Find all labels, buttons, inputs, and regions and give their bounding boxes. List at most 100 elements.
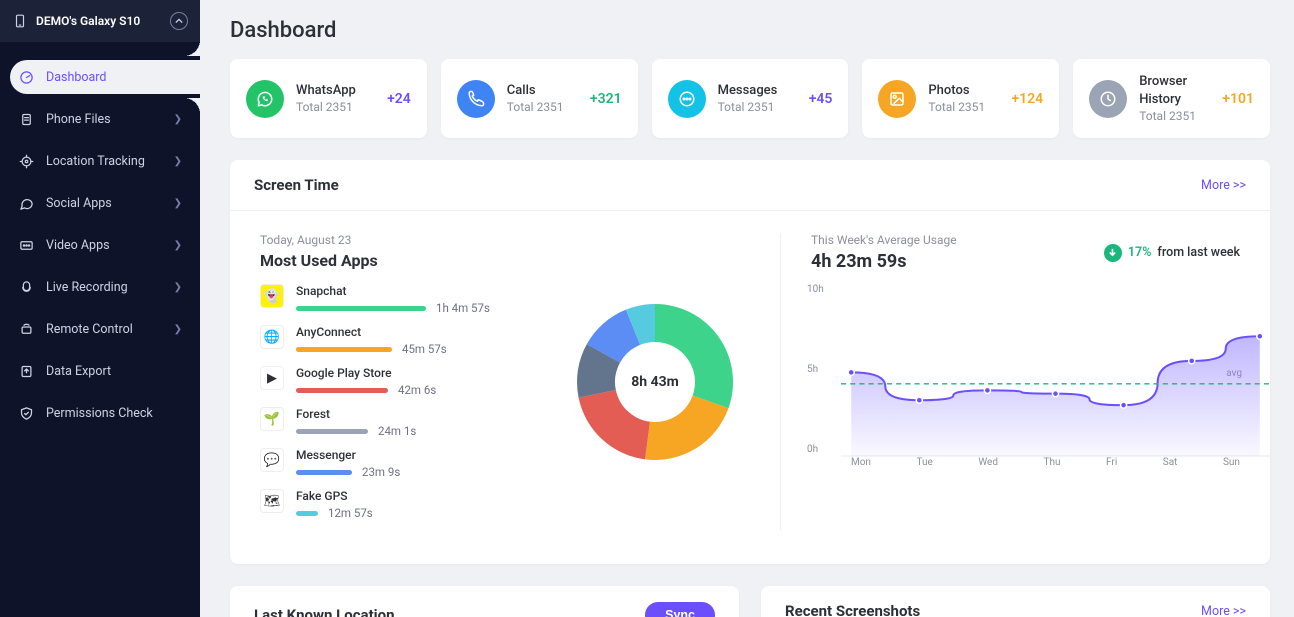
- y-tick-0h: 0h: [807, 444, 818, 455]
- shield-icon: [18, 405, 34, 421]
- app-usage-bar: [296, 470, 352, 475]
- remote-icon: [18, 321, 34, 337]
- sidebar-item-label: Data Export: [46, 364, 111, 379]
- chevron-right-icon: ❯: [174, 156, 182, 167]
- gauge-icon: [18, 69, 34, 85]
- chevron-right-icon: ❯: [174, 114, 182, 125]
- app-usage-bar: [296, 347, 392, 352]
- x-tick: Mon: [851, 457, 871, 468]
- stat-name: WhatsApp: [296, 82, 356, 100]
- sidebar-item-dashboard[interactable]: Dashboard: [0, 56, 200, 98]
- x-tick: Thu: [1044, 457, 1061, 468]
- photo-icon: [878, 80, 916, 118]
- chevron-right-icon: ❯: [174, 324, 182, 335]
- recent-screenshots-panel: Recent Screenshots More >>: [761, 586, 1270, 617]
- sidebar-item-live-recording[interactable]: Live Recording ❯: [0, 266, 200, 308]
- sidebar-item-label: Dashboard: [46, 70, 106, 85]
- phone-icon: [457, 80, 495, 118]
- sidebar-item-remote-control[interactable]: Remote Control ❯: [0, 308, 200, 350]
- x-labels: MonTueWedThuFriSatSun: [851, 457, 1240, 468]
- app-name: Google Play Store: [296, 366, 530, 380]
- stat-card-whatsapp[interactable]: WhatsApp Total 2351 +24: [230, 59, 427, 138]
- app-icon: 🌱: [260, 407, 284, 431]
- stat-delta: +45: [809, 91, 833, 107]
- app-time: 1h 4m 57s: [436, 301, 490, 315]
- y-tick-10h: 10h: [807, 284, 824, 295]
- screen-time-panel: Screen Time More >> Today, August 23 Mos…: [230, 160, 1270, 564]
- nav: Dashboard Phone Files ❯ Location Tracking ❯ S…: [0, 42, 200, 434]
- last-location-panel: Last Known Location Sync: [230, 586, 739, 617]
- app-icon: 🗺: [260, 489, 284, 513]
- more-link-screenshots[interactable]: More >>: [1201, 604, 1246, 617]
- sidebar-item-label: Permissions Check: [46, 406, 153, 421]
- sync-button[interactable]: Sync: [645, 602, 715, 617]
- donut-chart: 8h 43m: [575, 302, 735, 462]
- usage-delta: 17% from last week: [1104, 244, 1240, 262]
- app-icon: ▶: [260, 366, 284, 390]
- stat-card-messages[interactable]: Messages Total 2351 +45: [652, 59, 849, 138]
- sidebar: DEMO's Galaxy S10 DashboardPhone Files❯L…: [0, 0, 200, 617]
- chevron-right-icon: ❯: [174, 282, 182, 293]
- app-row: ▶ Google Play Store 42m 6s: [260, 366, 530, 397]
- apps-list: 👻 Snapchat 1h 4m 57s 🌐 AnyConnect 45m 57s…: [260, 284, 530, 520]
- more-link-screen-time[interactable]: More >>: [1201, 178, 1246, 193]
- sidebar-item-phone-files[interactable]: Phone Files ❯: [0, 98, 200, 140]
- whatsapp-icon: [246, 80, 284, 118]
- app-name: Messenger: [296, 448, 530, 462]
- app-row: 🗺 Fake GPS 12m 57s: [260, 489, 530, 520]
- x-tick: Tue: [916, 457, 932, 468]
- panel-title-last-location: Last Known Location: [254, 606, 395, 617]
- phone-icon: [12, 13, 28, 29]
- app-icon: 👻: [260, 284, 284, 308]
- main: Dashboard WhatsApp Total 2351 +24 Calls …: [200, 0, 1294, 617]
- stat-row: WhatsApp Total 2351 +24 Calls Total 2351…: [230, 59, 1270, 138]
- most-used-title: Most Used Apps: [260, 251, 530, 270]
- app-row: 💬 Messenger 23m 9s: [260, 448, 530, 479]
- app-time: 45m 57s: [402, 342, 447, 356]
- sidebar-item-permissions-check[interactable]: Permissions Check: [0, 392, 200, 434]
- chevron-right-icon: ❯: [174, 240, 182, 251]
- chevron-up-icon: [170, 12, 188, 30]
- sidebar-item-video-apps[interactable]: Video Apps❯: [0, 224, 200, 266]
- sidebar-item-label: Remote Control: [46, 322, 133, 337]
- chat-icon: [18, 195, 34, 211]
- app-row: 🌐 AnyConnect 45m 57s: [260, 325, 530, 356]
- stat-delta: +321: [590, 91, 622, 107]
- device-selector[interactable]: DEMO's Galaxy S10: [0, 0, 200, 42]
- device-name: DEMO's Galaxy S10: [36, 14, 140, 28]
- sidebar-item-label: Phone Files: [46, 112, 111, 127]
- page-title: Dashboard: [230, 18, 1270, 43]
- panel-title-screen-time: Screen Time: [254, 176, 339, 194]
- stat-card-calls[interactable]: Calls Total 2351 +321: [441, 59, 638, 138]
- x-tick: Sun: [1223, 457, 1240, 468]
- today-label: Today, August 23: [260, 233, 530, 247]
- record-icon: [18, 279, 34, 295]
- msg-icon: [668, 80, 706, 118]
- app-usage-bar: [296, 388, 388, 393]
- stat-total: Total 2351: [296, 99, 356, 115]
- app-row: 👻 Snapchat 1h 4m 57s: [260, 284, 530, 315]
- stat-card-photos[interactable]: Photos Total 2351 +124: [862, 59, 1059, 138]
- clock-icon: [1089, 80, 1127, 118]
- sidebar-item-label: Live Recording: [46, 280, 128, 295]
- stat-name: Messages: [718, 82, 778, 100]
- target-icon: [18, 153, 34, 169]
- stat-total: Total 2351: [1139, 108, 1210, 124]
- app-name: Fake GPS: [296, 489, 530, 503]
- app-time: 42m 6s: [398, 383, 436, 397]
- stat-total: Total 2351: [928, 99, 985, 115]
- sidebar-item-label: Location Tracking: [46, 154, 145, 169]
- app-usage-bar: [296, 429, 368, 434]
- usage-delta-pct: 17%: [1128, 245, 1152, 260]
- sidebar-item-location-tracking[interactable]: Location Tracking ❯: [0, 140, 200, 182]
- app-icon: 🌐: [260, 325, 284, 349]
- usage-delta-rest: from last week: [1157, 245, 1240, 260]
- stat-card-browser-history[interactable]: Browser History Total 2351 +101: [1073, 59, 1270, 138]
- stat-delta: +101: [1222, 91, 1254, 107]
- stat-name: Browser History: [1139, 73, 1210, 108]
- app-time: 12m 57s: [328, 506, 373, 520]
- sidebar-item-data-export[interactable]: Data Export: [0, 350, 200, 392]
- sidebar-item-label: Social Apps: [46, 196, 112, 211]
- stat-total: Total 2351: [718, 99, 778, 115]
- sidebar-item-social-apps[interactable]: Social Apps❯: [0, 182, 200, 224]
